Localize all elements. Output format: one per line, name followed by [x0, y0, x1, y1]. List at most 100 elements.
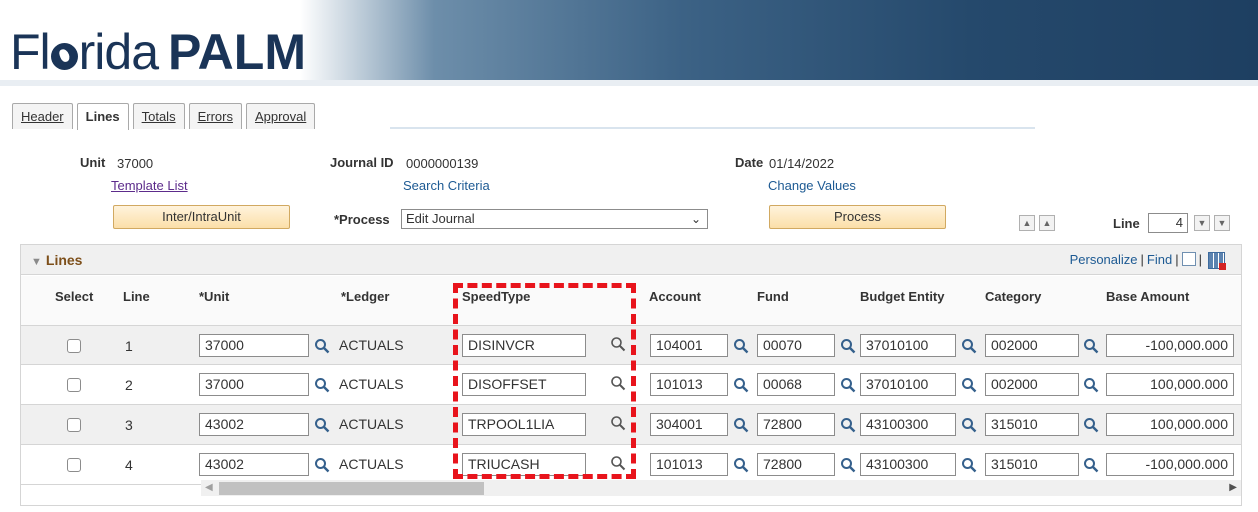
view-all-icon[interactable]: [1181, 252, 1196, 266]
fund-input[interactable]: 00070: [757, 334, 835, 357]
logo-text-palm: PALM: [168, 24, 306, 80]
budget-entity-lookup-icon[interactable]: [961, 338, 977, 354]
fund-lookup-icon[interactable]: [840, 338, 856, 354]
account-input[interactable]: 101013: [650, 373, 728, 396]
account-input[interactable]: 101013: [650, 453, 728, 476]
budget-entity-input[interactable]: 37010100: [860, 334, 956, 357]
unit-lookup-icon[interactable]: [314, 377, 330, 393]
budget-entity-input[interactable]: 37010100: [860, 373, 956, 396]
fund-lookup-icon[interactable]: [840, 457, 856, 473]
category-lookup-icon[interactable]: [1083, 338, 1099, 354]
budget-entity-input[interactable]: 43100300: [860, 453, 956, 476]
toolbar-separator: |: [1198, 252, 1202, 267]
unit-input[interactable]: 37000: [199, 373, 309, 396]
personalize-link[interactable]: Personalize: [1070, 252, 1138, 267]
speedtype-input[interactable]: DISOFFSET: [462, 373, 586, 396]
previous-row-icon[interactable]: ▲: [1039, 215, 1055, 231]
account-lookup-icon[interactable]: [733, 338, 749, 354]
ledger-value: ACTUALS: [339, 376, 404, 392]
scroll-right-arrow-icon[interactable]: ▶: [1229, 482, 1237, 493]
fund-lookup-icon[interactable]: [840, 417, 856, 433]
speedtype-lookup-icon[interactable]: [610, 415, 626, 431]
page-tabs: Header Lines Totals Errors Approval: [12, 103, 319, 130]
base-amount-input[interactable]: 100,000.000: [1106, 373, 1234, 396]
process-select[interactable]: Edit Journal ⌄: [401, 209, 708, 229]
col-line: Line: [123, 289, 150, 304]
speedtype-input[interactable]: TRIUCASH: [462, 453, 586, 476]
account-input[interactable]: 304001: [650, 413, 728, 436]
unit-lookup-icon[interactable]: [314, 457, 330, 473]
base-amount-input[interactable]: -100,000.000: [1106, 453, 1234, 476]
unit-lookup-icon[interactable]: [314, 338, 330, 354]
scrollbar-thumb[interactable]: [219, 482, 484, 495]
inter-intra-unit-button[interactable]: Inter/IntraUnit: [113, 205, 290, 229]
col-select: Select: [55, 289, 94, 304]
line-number: 2: [125, 377, 133, 393]
tab-lines[interactable]: Lines: [76, 103, 129, 130]
budget-entity-input[interactable]: 43100300: [860, 413, 956, 436]
process-select-value: Edit Journal: [406, 211, 475, 226]
horizontal-scrollbar[interactable]: ◀ ▶: [201, 480, 1241, 496]
first-row-icon[interactable]: ▲: [1019, 215, 1035, 231]
line-label: Line: [1113, 216, 1140, 231]
category-lookup-icon[interactable]: [1083, 457, 1099, 473]
category-input[interactable]: 002000: [985, 373, 1079, 396]
template-list-link[interactable]: Template List: [111, 178, 188, 193]
scroll-left-arrow-icon[interactable]: ◀: [205, 482, 213, 493]
fund-input[interactable]: 00068: [757, 373, 835, 396]
col-fund: Fund: [757, 289, 789, 304]
account-input[interactable]: 104001: [650, 334, 728, 357]
speedtype-lookup-icon[interactable]: [610, 375, 626, 391]
lines-grid: ▼ Lines Personalize | Find | | Select Line *U…: [20, 244, 1242, 506]
tab-totals[interactable]: Totals: [132, 103, 185, 129]
app-banner: Fl rida PALM: [0, 0, 1258, 86]
category-input[interactable]: 315010: [985, 413, 1079, 436]
tab-header[interactable]: Header: [12, 103, 73, 129]
select-checkbox[interactable]: [67, 378, 81, 392]
change-values-link[interactable]: Change Values: [768, 178, 856, 193]
fund-lookup-icon[interactable]: [840, 377, 856, 393]
budget-entity-lookup-icon[interactable]: [961, 457, 977, 473]
select-checkbox[interactable]: [67, 458, 81, 472]
unit-input[interactable]: 43002: [199, 413, 309, 436]
base-amount-input[interactable]: -100,000.000: [1106, 334, 1234, 357]
speedtype-input[interactable]: DISINVCR: [462, 334, 586, 357]
fund-input[interactable]: 72800: [757, 413, 835, 436]
last-row-icon[interactable]: ▼: [1214, 215, 1230, 231]
select-checkbox[interactable]: [67, 339, 81, 353]
search-criteria-link[interactable]: Search Criteria: [403, 178, 490, 193]
select-checkbox[interactable]: [67, 418, 81, 432]
unit-input[interactable]: 37000: [199, 334, 309, 357]
unit-lookup-icon[interactable]: [314, 417, 330, 433]
speedtype-lookup-icon[interactable]: [610, 336, 626, 352]
find-link[interactable]: Find: [1147, 252, 1172, 267]
budget-entity-lookup-icon[interactable]: [961, 417, 977, 433]
tab-approval[interactable]: Approval: [245, 103, 316, 129]
download-spreadsheet-icon[interactable]: [1208, 252, 1226, 270]
speedtype-input[interactable]: TRPOOL1LIA: [462, 413, 586, 436]
category-input[interactable]: 002000: [985, 334, 1079, 357]
logo-text-fl: Fl: [10, 24, 51, 80]
unit-input[interactable]: 43002: [199, 453, 309, 476]
ledger-value: ACTUALS: [339, 337, 404, 353]
category-input[interactable]: 315010: [985, 453, 1079, 476]
grid-title[interactable]: ▼ Lines: [31, 252, 82, 268]
category-lookup-icon[interactable]: [1083, 417, 1099, 433]
account-lookup-icon[interactable]: [733, 457, 749, 473]
toolbar-separator: |: [1140, 252, 1144, 267]
speedtype-lookup-icon[interactable]: [610, 455, 626, 471]
line-number: 3: [125, 417, 133, 433]
collapse-triangle-icon[interactable]: ▼: [31, 256, 42, 268]
line-input[interactable]: 4: [1148, 213, 1188, 233]
grid-header-bar: ▼ Lines Personalize | Find | |: [21, 245, 1241, 275]
account-lookup-icon[interactable]: [733, 417, 749, 433]
tab-errors[interactable]: Errors: [188, 103, 242, 129]
budget-entity-lookup-icon[interactable]: [961, 377, 977, 393]
account-lookup-icon[interactable]: [733, 377, 749, 393]
next-row-icon[interactable]: ▼: [1194, 215, 1210, 231]
fund-input[interactable]: 72800: [757, 453, 835, 476]
banner-gradient: [300, 0, 1258, 86]
base-amount-input[interactable]: 100,000.000: [1106, 413, 1234, 436]
process-button[interactable]: Process: [769, 205, 946, 229]
category-lookup-icon[interactable]: [1083, 377, 1099, 393]
